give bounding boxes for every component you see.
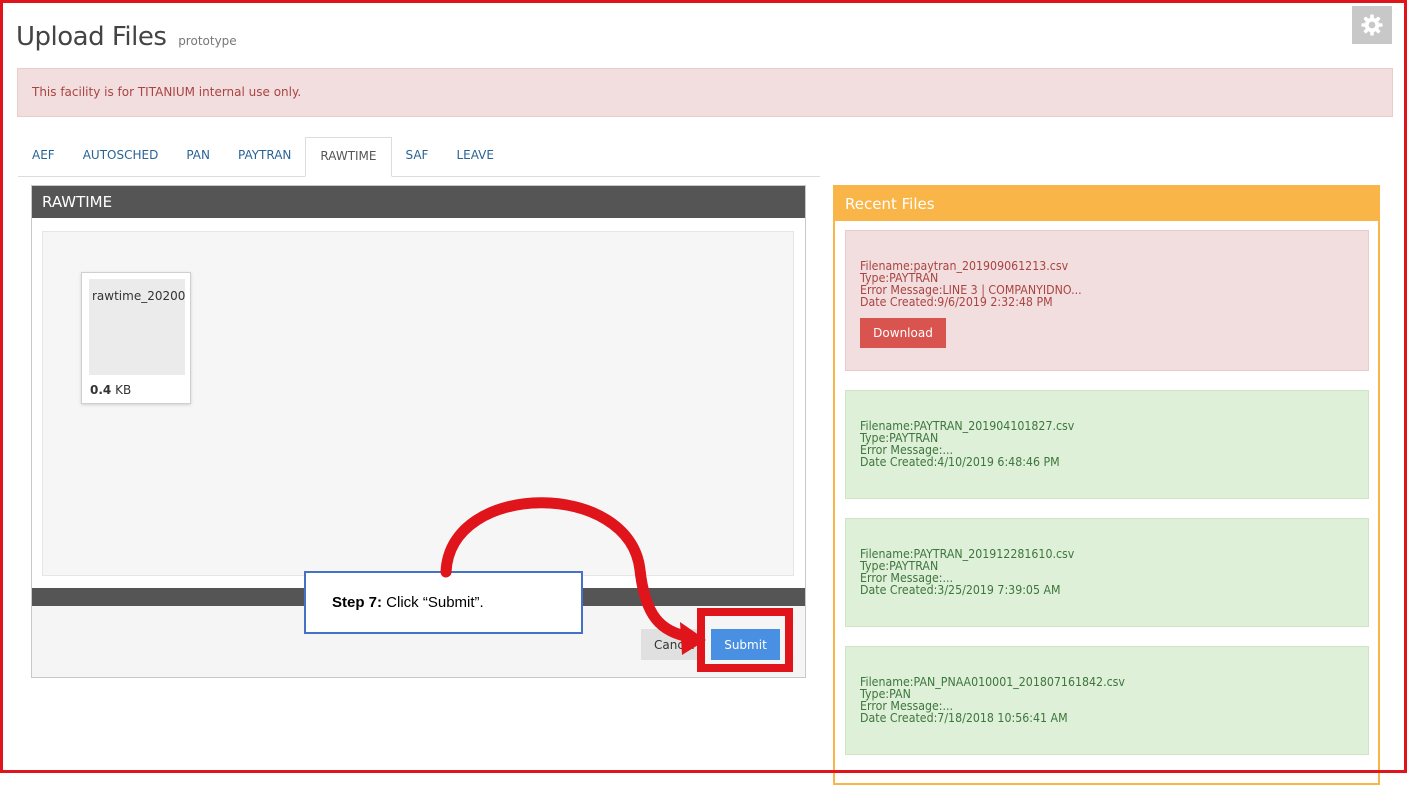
submit-highlight-box [697,608,793,672]
